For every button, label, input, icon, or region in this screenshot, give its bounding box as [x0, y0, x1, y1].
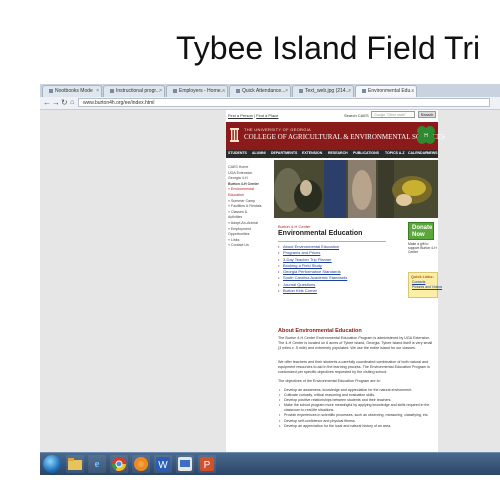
tab-favicon-icon [299, 88, 303, 93]
donate-caption: Make a gift to support Burton 4-H Center [408, 242, 437, 255]
tab-notebook-mode[interactable]: Nootbooks Mode × [42, 85, 102, 97]
back-icon[interactable]: ← [43, 98, 51, 108]
tab-close-icon[interactable]: × [222, 86, 225, 97]
university-line: THE UNIVERSITY OF GEORGIA [244, 127, 311, 132]
tab-close-icon[interactable]: × [285, 86, 288, 97]
nav-extension[interactable]: EXTENSION [302, 151, 322, 155]
header-photo [274, 160, 438, 218]
home-icon[interactable]: ⌂ [70, 98, 74, 108]
tab-favicon-icon [173, 88, 177, 93]
tab-employers[interactable]: Employers - Horne... × [166, 85, 228, 97]
search-input[interactable]: Google "Other state" [371, 111, 415, 118]
tab-label: Employers - Horne... [179, 88, 225, 94]
web-page: Find a Person | Find a Place Search CAES… [226, 110, 445, 470]
nav-alumni[interactable]: ALUMNI [252, 151, 266, 155]
quick-links-title: Quick Links: [411, 275, 434, 279]
nav-research[interactable]: RESEARCH [328, 151, 348, 155]
reload-icon[interactable]: ↻ [61, 98, 68, 108]
tab-label: Quick Attendance... [242, 88, 286, 94]
tab-label: Nootbooks Mode [55, 88, 93, 94]
objectives-intro: The objectives of the Environmental Educ… [278, 379, 381, 383]
donate-button[interactable]: Donate Now [408, 222, 434, 240]
college-line: COLLEGE OF AGRICULTURAL & ENVIRONMENTAL … [244, 133, 446, 141]
top-links: Find a Person | Find a Place [228, 113, 279, 118]
powerpoint-icon[interactable]: P [198, 455, 216, 473]
ie-icon[interactable]: e [88, 455, 106, 473]
program-link[interactable]: Burton Kids Corner [283, 288, 347, 294]
left-nav-item[interactable]: » Contact Us [228, 243, 274, 249]
svg-text:W: W [158, 460, 168, 471]
divider [278, 241, 386, 242]
4h-clover-icon[interactable]: H [416, 125, 436, 145]
about-paragraph: We offer teachers and their students a c… [278, 360, 430, 375]
tab-label: Text_web.jpg (214... [305, 88, 350, 94]
tab-favicon-icon [49, 88, 53, 93]
objective-item: Make the school program more meaningful … [279, 403, 436, 413]
word-icon[interactable]: W [154, 455, 172, 473]
page-title: Environmental Education [278, 230, 363, 237]
svg-text:P: P [204, 460, 211, 471]
nav-students[interactable]: STUDENTS [228, 151, 247, 155]
nav-news[interactable]: NEWS [427, 151, 438, 155]
windows-taskbar: e W P [40, 452, 500, 475]
main-nav: STUDENTS ALUMNI DEPARTMENTS EXTENSION RE… [226, 150, 438, 158]
nav-publications[interactable]: PUBLICATIONS [353, 151, 379, 155]
quick-link-pictures[interactable]: Pictures and Videos [409, 285, 442, 290]
nav-calendar[interactable]: CALENDAR [408, 151, 428, 155]
nav-departments[interactable]: DEPARTMENTS [271, 151, 297, 155]
browser-viewport: Find a Person | Find a Place Search CAES… [40, 110, 500, 470]
tab-environmental-education[interactable]: Environmental Edu... × [355, 85, 417, 97]
tab-favicon-icon [110, 88, 114, 93]
nav-topics[interactable]: TOPICS A-Z [385, 151, 405, 155]
tab-label: Instructional progr... [116, 88, 160, 94]
objectives-list: Develop an awareness, knowledge and appr… [279, 388, 436, 429]
tab-favicon-icon [362, 88, 366, 93]
search-button[interactable]: Search [418, 111, 436, 118]
browser-toolbar: ← → ↻ ⌂ www.burton4h.org/ee/index.html [40, 97, 500, 110]
tab-close-icon[interactable]: × [96, 86, 99, 97]
windows-start-icon[interactable] [43, 455, 61, 473]
tab-favicon-icon [236, 88, 240, 93]
tab-close-icon[interactable]: × [348, 86, 351, 97]
tab-bar: Nootbooks Mode × Instructional progr... × … [40, 84, 500, 97]
tab-close-icon[interactable]: × [159, 86, 162, 97]
arch-logo-icon [230, 128, 239, 142]
site-banner: THE UNIVERSITY OF GEORGIA COLLEGE OF AGR… [226, 122, 445, 150]
objective-item: Develop an appreciation for the local an… [279, 424, 436, 429]
tab-text-web[interactable]: Text_web.jpg (214... × [292, 85, 354, 97]
breadcrumb[interactable]: Burton 4-H Center [278, 224, 310, 229]
program-link[interactable]: South Carolina Academic Standards [283, 275, 347, 281]
quick-links-box: Quick Links: Contacts Pictures and Video… [408, 272, 442, 298]
tab-quick-attendance[interactable]: Quick Attendance... × [229, 85, 291, 97]
app-orange-icon[interactable] [132, 455, 150, 473]
address-bar[interactable]: www.burton4h.org/ee/index.html [78, 98, 490, 107]
smartboard-icon[interactable] [176, 455, 194, 473]
explorer-folder-icon[interactable] [66, 455, 84, 473]
find-place-link[interactable]: Find a Place [256, 113, 278, 118]
left-nav: CAES Home UGA Extension Georgia 4-H Burt… [228, 165, 274, 249]
chrome-icon[interactable] [110, 455, 128, 473]
search-label: Search CAES [344, 113, 369, 118]
slide-title: Tybee Island Field Tri [176, 30, 481, 66]
browser-screenshot: Nootbooks Mode × Instructional progr... × … [40, 84, 500, 472]
forward-icon[interactable]: → [52, 98, 60, 108]
svg-text:H: H [424, 133, 428, 139]
tab-instructional[interactable]: Instructional progr... × [103, 85, 165, 97]
tab-close-icon[interactable]: × [411, 86, 414, 97]
tab-label: Environmental Edu... [368, 88, 415, 94]
find-person-link[interactable]: Find a Person [228, 113, 253, 118]
about-paragraph: The Burton 4-H Center Environmental Educ… [278, 336, 433, 351]
program-links: About Environmental Education Programs a… [283, 244, 347, 294]
about-heading: About Environmental Education [278, 328, 362, 334]
